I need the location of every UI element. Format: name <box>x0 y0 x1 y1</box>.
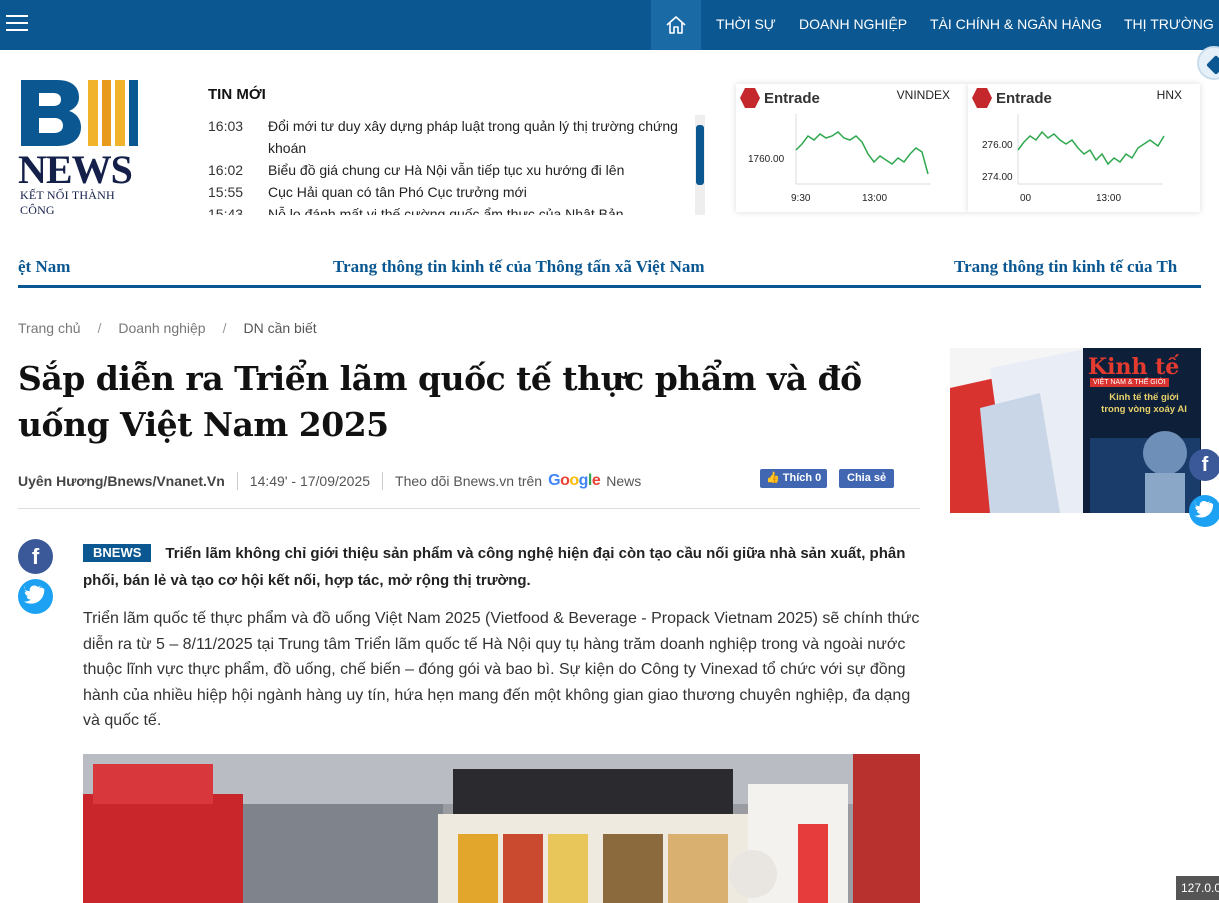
breadcrumb-home[interactable]: Trang chủ <box>18 320 81 336</box>
nav-doanh-nghiep[interactable]: DOANH NGHIỆP <box>799 0 907 50</box>
breadcrumb-dn-can-biet[interactable]: DN cần biết <box>243 320 316 336</box>
ad-headline: Kinh tế thế giới trong vòng xoáy AI <box>1101 392 1187 415</box>
follow-suffix[interactable]: News <box>606 473 641 489</box>
vnindex-sparkline: 1760.00 9:30 13:00 <box>748 114 931 204</box>
facebook-like-button[interactable]: 👍 Thích 0 <box>760 469 828 488</box>
list-item[interactable]: 16:02 Biểu đồ giá chung cư Hà Nội vẫn tiế… <box>208 159 698 181</box>
ad-brand: Kinh tế <box>1088 354 1180 380</box>
article-photo <box>83 754 920 903</box>
menu-icon[interactable] <box>6 15 28 35</box>
ticker-level-label: 274.00 <box>982 172 1013 183</box>
ticker-level-label: 276.00 <box>982 140 1013 151</box>
news-link[interactable]: Biểu đồ giá chung cư Hà Nội vẫn tiếp tục… <box>268 159 698 181</box>
news-link[interactable]: Đổi mới tư duy xây dựng pháp luật trong … <box>268 115 698 159</box>
top-navbar: THỜI SỰ DOANH NGHIỆP TÀI CHÍNH & NGÂN HÀ… <box>0 0 1219 50</box>
settings-gear-icon[interactable] <box>1197 46 1219 80</box>
breadcrumb-separator: / <box>97 320 102 336</box>
nav-thi-truong[interactable]: THỊ TRƯỜNG <box>1124 0 1214 50</box>
meta-divider-line <box>18 508 920 509</box>
floating-facebook-icon[interactable]: f <box>1189 449 1219 481</box>
home-icon <box>666 16 686 34</box>
list-item[interactable]: 15:43 Nỗ lo đánh mất vị thế cường quốc ẩm… <box>208 203 698 215</box>
list-item[interactable]: 16:03 Đổi mới tư duy xây dựng pháp luật t… <box>208 115 698 159</box>
breadcrumb-doanh-nghiep[interactable]: Doanh nghiệp <box>118 320 205 336</box>
magazine-ad-banner[interactable]: Kinh tế VIỆT NAM & THẾ GIỚI Kinh tế thế … <box>950 348 1201 513</box>
logo-b-mark <box>21 80 81 146</box>
breadcrumb: Trang chủ / Doanh nghiệp / DN cần biết <box>18 320 317 336</box>
logo-text: NEWS <box>18 147 133 192</box>
slogan-text: Trang thông tin kinh tế của Th <box>954 257 1178 276</box>
latest-news-list: 16:03 Đổi mới tư duy xây dựng pháp luật t… <box>208 115 698 215</box>
news-time: 15:43 <box>208 206 244 215</box>
scrollbar-thumb[interactable] <box>696 125 704 185</box>
share-twitter-icon[interactable] <box>18 579 53 614</box>
ticker-level-label: 1760.00 <box>748 154 785 165</box>
ticker-time-label: 13:00 <box>1096 193 1121 204</box>
logo-bars <box>88 80 138 146</box>
slogan-marquee: ệt Nam Trang thông tin kinh tế của Thông… <box>18 248 1201 288</box>
news-scrollbar[interactable] <box>695 115 705 215</box>
site-logo[interactable]: NEWS KẾT NỐI THÀNH CÔNG <box>18 80 140 217</box>
ip-address-badge: 127.0.0.1 <box>1176 876 1219 900</box>
hnx-sparkline: 276.00 274.00 00 13:00 <box>982 114 1165 204</box>
news-link[interactable]: Nỗ lo đánh mất vị thế cường quốc ẩm thực… <box>268 203 698 215</box>
ticker-time-label: 13:00 <box>862 193 887 204</box>
ticker-hnx[interactable]: Entrade HNX 276.00 274.00 00 13:00 <box>968 84 1200 212</box>
logo-tagline: KẾT NỐI THÀNH CÔNG <box>20 188 115 217</box>
nav-thoi-su[interactable]: THỜI SỰ <box>716 0 776 50</box>
ad-subtitle: VIỆT NAM & THẾ GIỚI <box>1090 378 1169 387</box>
home-button[interactable] <box>651 0 701 50</box>
list-item[interactable]: 15:55 Cục Hải quan có tân Phó Cục trưởng … <box>208 181 698 203</box>
news-time: 16:03 <box>208 118 244 134</box>
article-sapo: BNEWS Triển lãm không chỉ giới thiệu sản … <box>83 544 906 589</box>
meta-divider <box>382 472 384 490</box>
ticker-vnindex[interactable]: Entrade VNINDEX 1760.00 9:30 13:00 <box>736 84 968 212</box>
follow-prefix: Theo dõi Bnews.vn trên <box>395 473 543 489</box>
slogan-text: Trang thông tin kinh tế của Thông tấn xã… <box>333 257 705 276</box>
slogan-text: ệt Nam <box>18 257 71 276</box>
article-meta: Uyên Hương/Bnews/Vnanet.Vn 14:49' - 17/0… <box>18 472 641 490</box>
ticker-time-label: 00 <box>1020 193 1032 204</box>
article-datetime: 14:49' - 17/09/2025 <box>249 473 371 489</box>
google-news-logo[interactable]: Google <box>548 472 601 490</box>
article-author: Uyên Hương/Bnews/Vnanet.Vn <box>18 473 225 489</box>
nav-tai-chinh-ngan-hang[interactable]: TÀI CHÍNH & NGÂN HÀNG <box>930 0 1102 50</box>
bnews-tag: BNEWS <box>83 544 152 562</box>
news-time: 16:02 <box>208 162 244 178</box>
facebook-share-button[interactable]: Chia sẻ <box>839 469 895 488</box>
news-time: 15:55 <box>208 184 244 200</box>
breadcrumb-separator: / <box>222 320 227 336</box>
article-paragraph: Triển lãm quốc tế thực phẩm và đồ uống V… <box>83 610 920 729</box>
floating-twitter-icon[interactable] <box>1189 495 1219 527</box>
article-title: Sắp diễn ra Triển lãm quốc tế thực phẩm … <box>18 359 862 444</box>
expo-booth-image <box>83 754 920 903</box>
latest-news-title: TIN MỚI <box>208 86 266 103</box>
ticker-time-label: 9:30 <box>791 193 811 204</box>
share-facebook-icon[interactable]: f <box>18 539 53 574</box>
news-link[interactable]: Cục Hải quan có tân Phó Cục trưởng mới <box>268 181 698 203</box>
meta-divider <box>236 472 238 490</box>
